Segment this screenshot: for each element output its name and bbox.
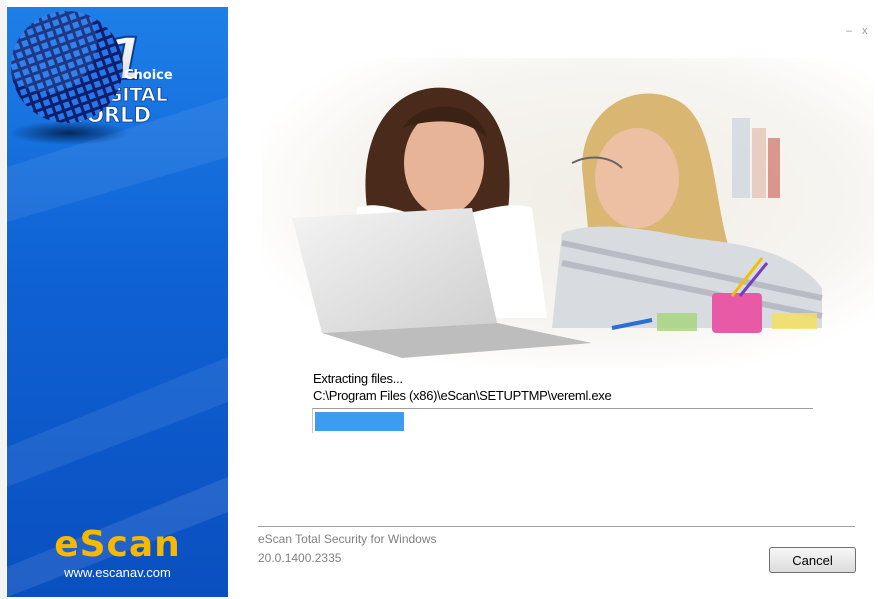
status-text: Extracting files... <box>313 371 403 386</box>
sidebar: #1 Choice of DIGITAL WORLD <box>7 7 228 597</box>
minimize-button[interactable]: – <box>846 26 852 37</box>
progress-bar-fill <box>315 412 404 431</box>
installer-window: #1 Choice of DIGITAL WORLD <box>0 0 878 599</box>
product-version: 20.0.1400.2335 <box>258 551 342 565</box>
cancel-button[interactable]: Cancel <box>769 547 856 573</box>
hero-illustration <box>262 58 874 368</box>
close-button[interactable]: x <box>862 26 868 37</box>
progress-bar <box>312 408 813 433</box>
window-frame-top <box>0 0 878 6</box>
footer-divider <box>258 526 855 527</box>
escan-logo: eScan www.escanav.com <box>7 524 228 581</box>
globe-icon <box>9 11 129 145</box>
brand-name: eScan <box>54 524 181 565</box>
product-name: eScan Total Security for Windows <box>258 532 437 546</box>
window-frame-left <box>0 0 6 599</box>
brand-url: www.escanav.com <box>64 565 171 580</box>
current-file-path: C:\Program Files (x86)\eScan\SETUPTMP\ve… <box>313 388 612 403</box>
